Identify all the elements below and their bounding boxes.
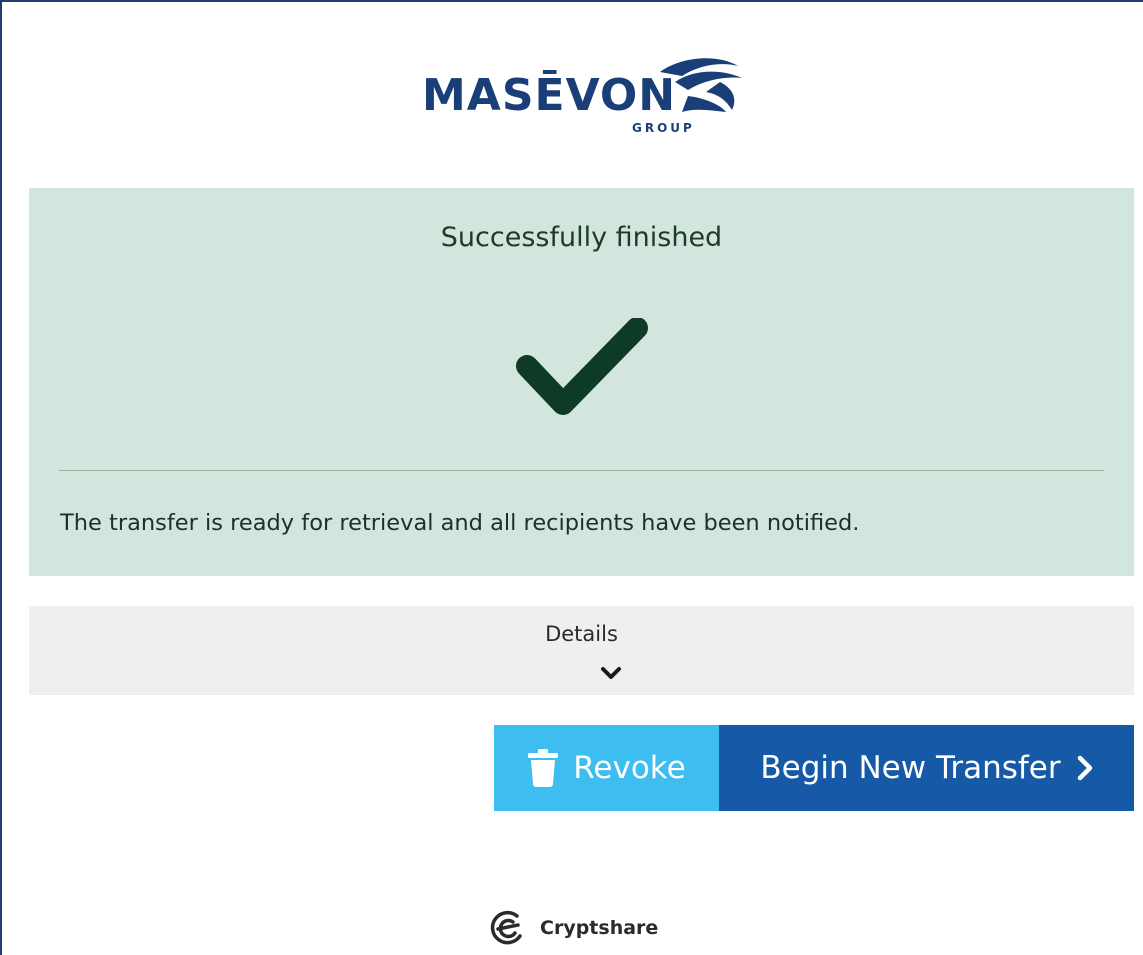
success-panel: Successfully finished The transfer is re… xyxy=(29,188,1134,576)
checkmark-icon xyxy=(516,318,648,415)
svg-text:MASĒVON: MASĒVON xyxy=(422,69,676,121)
cryptshare-brand: Cryptshare xyxy=(488,908,658,948)
details-toggle[interactable]: Details xyxy=(29,606,1134,695)
revoke-button[interactable]: Revoke xyxy=(494,725,719,811)
cryptshare-logo-icon xyxy=(490,910,522,945)
logo-subtitle: GROUP xyxy=(632,121,695,135)
begin-new-transfer-button[interactable]: Begin New Transfer xyxy=(719,725,1134,811)
status-message: The transfer is ready for retrieval and … xyxy=(60,510,860,536)
chevron-down-icon xyxy=(601,667,621,679)
chevron-right-icon xyxy=(1077,755,1092,781)
masevon-group-logo: MASĒVON GROUP xyxy=(420,52,750,142)
begin-new-transfer-label: Begin New Transfer xyxy=(760,750,1061,786)
status-title: Successfully finished xyxy=(440,222,723,253)
cryptshare-label: Cryptshare xyxy=(540,917,659,939)
details-label: Details xyxy=(545,622,618,646)
panel-divider xyxy=(59,470,1104,471)
trash-icon xyxy=(528,749,559,787)
revoke-label: Revoke xyxy=(573,750,686,786)
